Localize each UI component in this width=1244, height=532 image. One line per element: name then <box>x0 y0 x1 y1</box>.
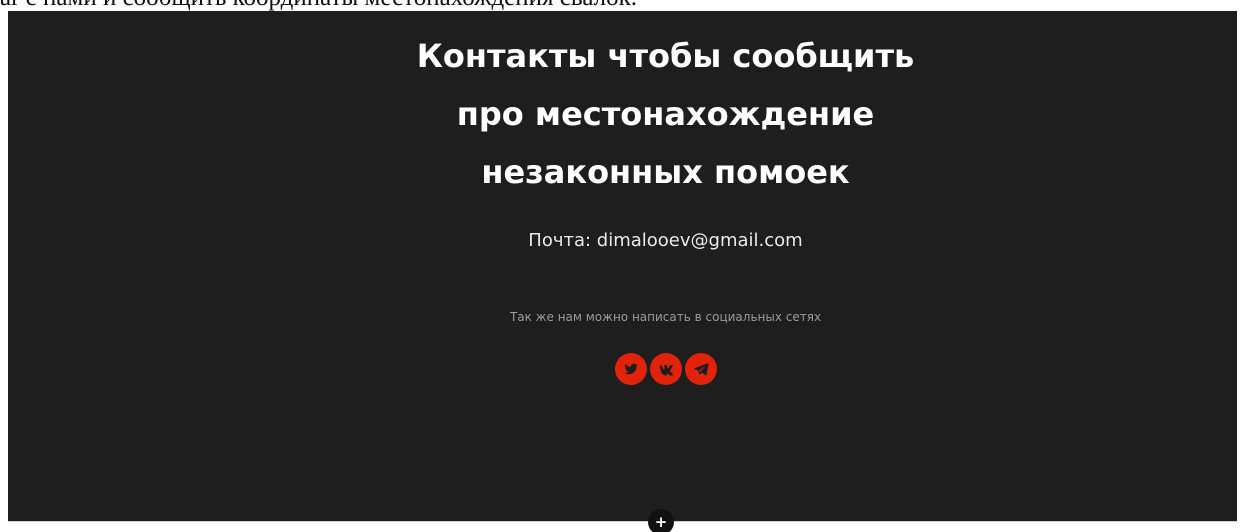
heading-line-1: Контакты чтобы сообщить <box>416 37 915 75</box>
email-text[interactable]: Почта: dimalooev@gmail.com <box>8 225 1244 257</box>
contacts-heading: Контакты чтобы сообщить про местонахожде… <box>8 27 1244 201</box>
heading-line-3: незаконных помоек <box>481 153 850 191</box>
vk-button[interactable] <box>649 353 682 385</box>
twitter-icon <box>623 361 639 377</box>
page: ar с нами и сообщить координаты местонах… <box>0 0 1244 532</box>
add-block-button[interactable]: + <box>648 509 674 532</box>
twitter-button[interactable] <box>614 353 647 385</box>
vk-icon <box>658 361 674 377</box>
social-note: Так же нам можно написать в социальных с… <box>509 310 822 324</box>
social-links <box>8 353 1244 385</box>
section-divider <box>8 521 1237 522</box>
telegram-icon <box>693 361 709 377</box>
heading-line-2: про местонахождение <box>456 95 875 133</box>
telegram-button[interactable] <box>684 353 717 385</box>
contacts-section: Контакты чтобы сообщить про местонахожде… <box>8 11 1237 521</box>
cropped-paragraph-text: ar с нами и сообщить координаты местонах… <box>0 0 637 10</box>
